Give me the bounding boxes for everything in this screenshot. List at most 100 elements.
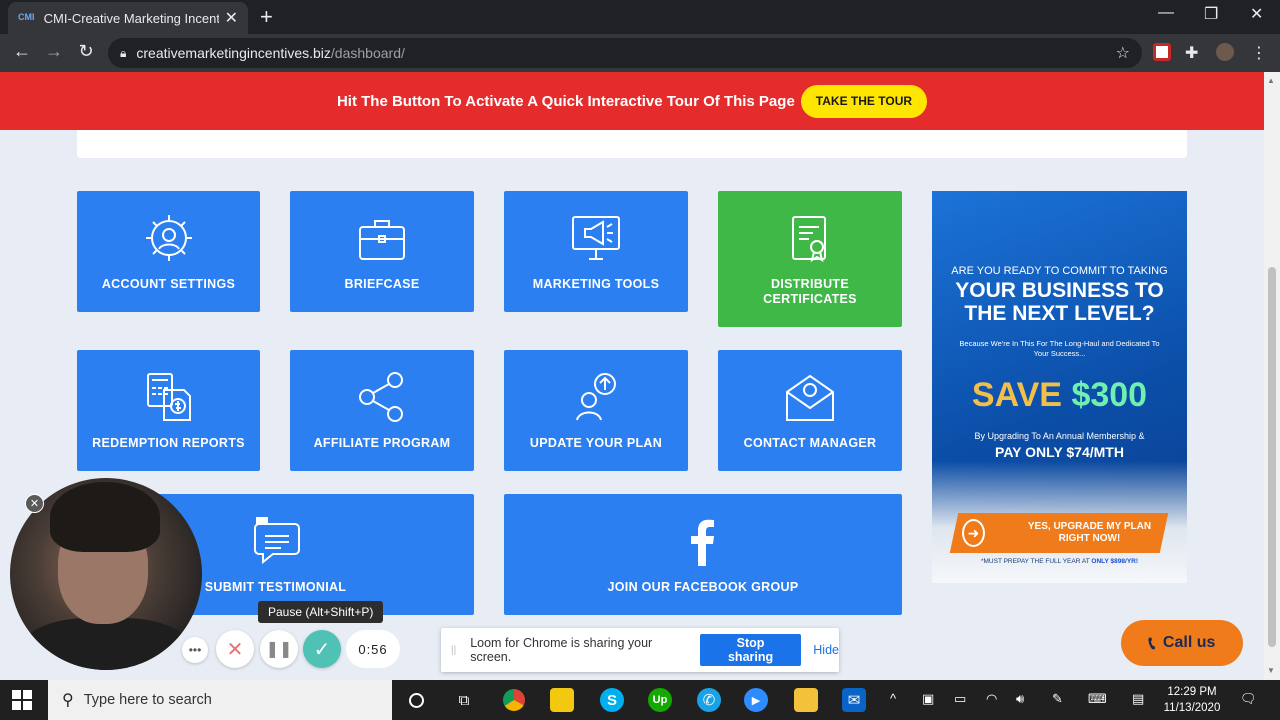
save-value: $300: [1071, 375, 1148, 414]
ad-subtext: Because We're In This For The Long-Haul …: [959, 339, 1160, 358]
phone-app-icon[interactable]: ✆: [697, 688, 721, 712]
call-us-label: Call us: [1162, 634, 1216, 651]
profile-avatar[interactable]: [1216, 43, 1234, 61]
tile-label: MARKETING TOOLS: [532, 277, 660, 291]
file-explorer-icon[interactable]: [794, 688, 818, 712]
phone-icon: 📞︎: [1148, 632, 1155, 653]
task-view-icon[interactable]: ⧉: [452, 688, 476, 712]
page-scrollbar[interactable]: ▲ ▼: [1264, 72, 1280, 680]
tile-label: SUBMIT TESTIMONIAL: [204, 580, 347, 594]
wifi-icon[interactable]: ◠: [986, 691, 997, 707]
windows-start-icon[interactable]: [12, 690, 32, 710]
calculator-report-icon: [146, 373, 191, 421]
scroll-up-icon[interactable]: ▲: [1267, 76, 1275, 85]
tray-chevron-icon[interactable]: ^: [890, 691, 896, 706]
tile-affiliate-program[interactable]: AFFILIATE PROGRAM: [290, 350, 474, 471]
tile-label: ACCOUNT SETTINGS: [101, 277, 236, 291]
tile-join-facebook-group[interactable]: JOIN OUR FACEBOOK GROUP: [504, 494, 902, 615]
megaphone-monitor-icon: [572, 216, 620, 260]
ad-fine-print: *MUST PREPAY THE FULL YEAR AT ONLY $898/…: [932, 558, 1187, 565]
loom-more-icon[interactable]: •••: [182, 637, 208, 663]
notifications-icon[interactable]: 🗨︎: [1240, 691, 1257, 707]
restore-button[interactable]: ❐: [1204, 4, 1218, 24]
clock-date: 11/13/2020: [1163, 702, 1221, 714]
upwork-icon[interactable]: Up: [648, 688, 672, 712]
bookmark-star-icon[interactable]: ☆: [1116, 43, 1130, 63]
taskbar-clock[interactable]: 12:29 PM 11/13/2020: [1156, 684, 1228, 716]
ad-price: PAY ONLY $74/MTH: [995, 444, 1124, 460]
upgrade-ad-banner[interactable]: ARE YOU READY TO COMMIT TO TAKING YOUR B…: [932, 191, 1187, 583]
briefcase-icon: [359, 220, 405, 260]
clock-time: 12:29 PM: [1167, 686, 1217, 698]
hide-link[interactable]: Hide: [813, 643, 839, 657]
minimize-button[interactable]: —: [1158, 4, 1174, 22]
user-upgrade-icon: [576, 373, 616, 421]
tile-contact-manager[interactable]: CONTACT MANAGER: [718, 350, 902, 471]
extension-shield-icon[interactable]: [1153, 43, 1171, 61]
loom-pause-icon[interactable]: ❚❚: [260, 630, 298, 668]
tile-label: UPDATE YOUR PLAN: [529, 436, 663, 450]
loom-timer: 0:56: [346, 630, 400, 668]
webcam-shirt: [20, 618, 192, 670]
browser-tab-bar: CMI CMI-Creative Marketing Incentives ✕ …: [0, 0, 1280, 34]
chrome-menu-icon[interactable]: ⋮: [1250, 43, 1268, 62]
address-bar[interactable]: 🔒︎ creativemarketingincentives.biz/dashb…: [108, 38, 1142, 68]
zoom-icon[interactable]: ▶: [744, 688, 768, 712]
volume-icon[interactable]: 🔊︎: [1016, 691, 1024, 707]
close-window-button[interactable]: ✕: [1250, 4, 1263, 24]
taskbar-search[interactable]: ⚲ Type here to search: [48, 680, 392, 720]
url-host: creativemarketingincentives.biz: [136, 45, 331, 61]
quote-bubble-icon: [253, 517, 300, 565]
mail-app-icon[interactable]: ✉: [842, 688, 866, 712]
tab-title: CMI-Creative Marketing Incentives: [43, 10, 219, 26]
webcam-hair: [50, 482, 160, 552]
display-icon[interactable]: ▤: [1132, 691, 1144, 707]
tile-briefcase[interactable]: BRIEFCASE: [290, 191, 474, 312]
chrome-app-icon[interactable]: [502, 688, 526, 712]
fine-print-text: *MUST PREPAY THE FULL YEAR AT: [980, 558, 1090, 565]
arrow-right-icon: ➜: [962, 519, 986, 547]
extensions-puzzle-icon[interactable]: ✚: [1185, 43, 1203, 62]
browser-tab[interactable]: CMI CMI-Creative Marketing Incentives ✕: [8, 2, 248, 34]
fine-print-price: ONLY $898/YR!: [1091, 558, 1139, 565]
reload-icon[interactable]: ↻: [74, 41, 98, 62]
tile-account-settings[interactable]: ACCOUNT SETTINGS: [77, 191, 260, 312]
back-arrow-icon[interactable]: ←: [10, 41, 34, 62]
keyboard-icon[interactable]: ⌨: [1088, 691, 1107, 707]
facebook-icon: [691, 519, 714, 566]
webcam-close-icon[interactable]: ✕: [25, 494, 44, 513]
pen-icon[interactable]: ✎: [1052, 691, 1063, 707]
scroll-down-icon[interactable]: ▼: [1267, 666, 1275, 675]
ad-save-amount: SAVE $300: [950, 371, 1170, 419]
stop-sharing-button[interactable]: Stop sharing: [699, 634, 802, 666]
tile-label: DISTRIBUTE CERTIFICATES: [763, 277, 857, 306]
drag-handle-icon[interactable]: ||: [451, 645, 456, 656]
screen-share-notice: || Loom for Chrome is sharing your scree…: [441, 628, 839, 672]
tile-distribute-certificates[interactable]: DISTRIBUTE CERTIFICATES: [718, 191, 902, 327]
tab-close-icon[interactable]: ✕: [225, 8, 238, 28]
scrollbar-thumb[interactable]: [1268, 267, 1276, 647]
tour-banner: Hit The Button To Activate A Quick Inter…: [0, 72, 1264, 130]
lock-icon: 🔒︎: [120, 45, 127, 60]
tile-update-your-plan[interactable]: UPDATE YOUR PLAN: [504, 350, 688, 471]
tile-marketing-tools[interactable]: MARKETING TOOLS: [504, 191, 688, 312]
save-word: SAVE: [971, 375, 1062, 414]
forward-arrow-icon[interactable]: →: [42, 41, 66, 62]
battery-icon[interactable]: ▭: [954, 691, 966, 707]
skype-icon[interactable]: S: [600, 688, 624, 712]
loom-cancel-icon[interactable]: ✕: [216, 630, 254, 668]
loom-finish-icon[interactable]: ✓: [303, 630, 341, 668]
take-the-tour-button[interactable]: TAKE THE TOUR: [800, 84, 928, 118]
ad-upgrade-button[interactable]: ➜ YES, UPGRADE MY PLAN RIGHT NOW!: [949, 513, 1169, 553]
url-path: /dashboard/: [330, 45, 405, 61]
call-us-button[interactable]: 📞︎ Call us: [1121, 620, 1243, 666]
tile-label: JOIN OUR FACEBOOK GROUP: [607, 580, 799, 594]
gear-user-icon: [145, 215, 192, 261]
cortana-icon[interactable]: [404, 688, 428, 712]
tile-redemption-reports[interactable]: REDEMPTION REPORTS: [77, 350, 260, 471]
sticky-notes-icon[interactable]: [550, 688, 574, 712]
pause-tooltip: Pause (Alt+Shift+P): [258, 601, 384, 623]
tray-app-icon[interactable]: ▣: [922, 691, 934, 707]
new-tab-button[interactable]: +: [260, 4, 273, 30]
windows-taskbar: ⚲ Type here to search ⧉ S Up ✆ ▶ ✉ ^ ▣ ▭…: [0, 680, 1280, 720]
